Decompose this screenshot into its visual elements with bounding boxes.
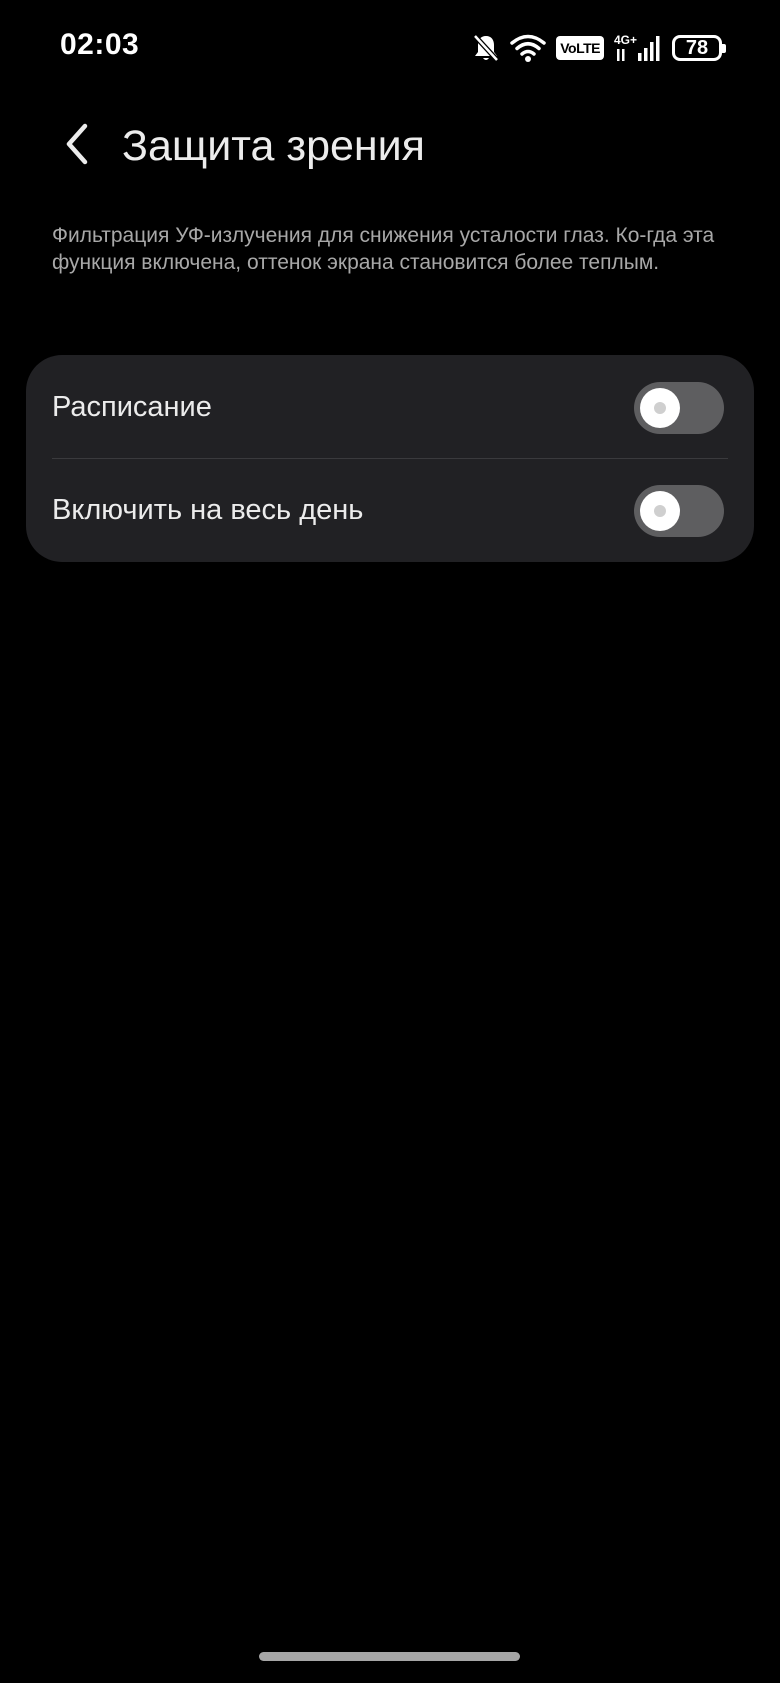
page-title: Защита зрения bbox=[122, 122, 425, 170]
chevron-left-icon bbox=[63, 122, 93, 171]
volte-icon: VoLTE bbox=[556, 36, 604, 60]
setting-label-all-day: Включить на весь день bbox=[52, 494, 364, 526]
status-icons: VoLTE 4G+ 78 bbox=[472, 30, 726, 66]
status-time: 02:03 bbox=[60, 28, 140, 61]
setting-label-schedule: Расписание bbox=[52, 391, 212, 423]
back-button[interactable] bbox=[50, 118, 106, 174]
setting-row-all-day[interactable]: Включить на весь день bbox=[26, 458, 754, 562]
wifi-icon bbox=[510, 33, 546, 63]
status-bar: 02:03 VoLTE 4G+ 78 bbox=[0, 0, 780, 96]
all-day-toggle[interactable] bbox=[634, 485, 724, 537]
header: Защита зрения bbox=[0, 96, 780, 196]
battery-icon: 78 bbox=[672, 35, 726, 61]
home-indicator[interactable] bbox=[259, 1652, 520, 1661]
schedule-toggle[interactable] bbox=[634, 382, 724, 434]
settings-card: Расписание Включить на весь день bbox=[26, 355, 754, 562]
toggle-knob bbox=[640, 491, 680, 531]
svg-text:4G+: 4G+ bbox=[614, 33, 637, 47]
signal-icon: 4G+ bbox=[614, 33, 662, 63]
toggle-knob bbox=[640, 388, 680, 428]
setting-row-schedule[interactable]: Расписание bbox=[26, 355, 754, 459]
description-text: Фильтрация УФ-излучения для снижения уст… bbox=[52, 224, 715, 274]
bell-off-icon bbox=[472, 33, 500, 63]
